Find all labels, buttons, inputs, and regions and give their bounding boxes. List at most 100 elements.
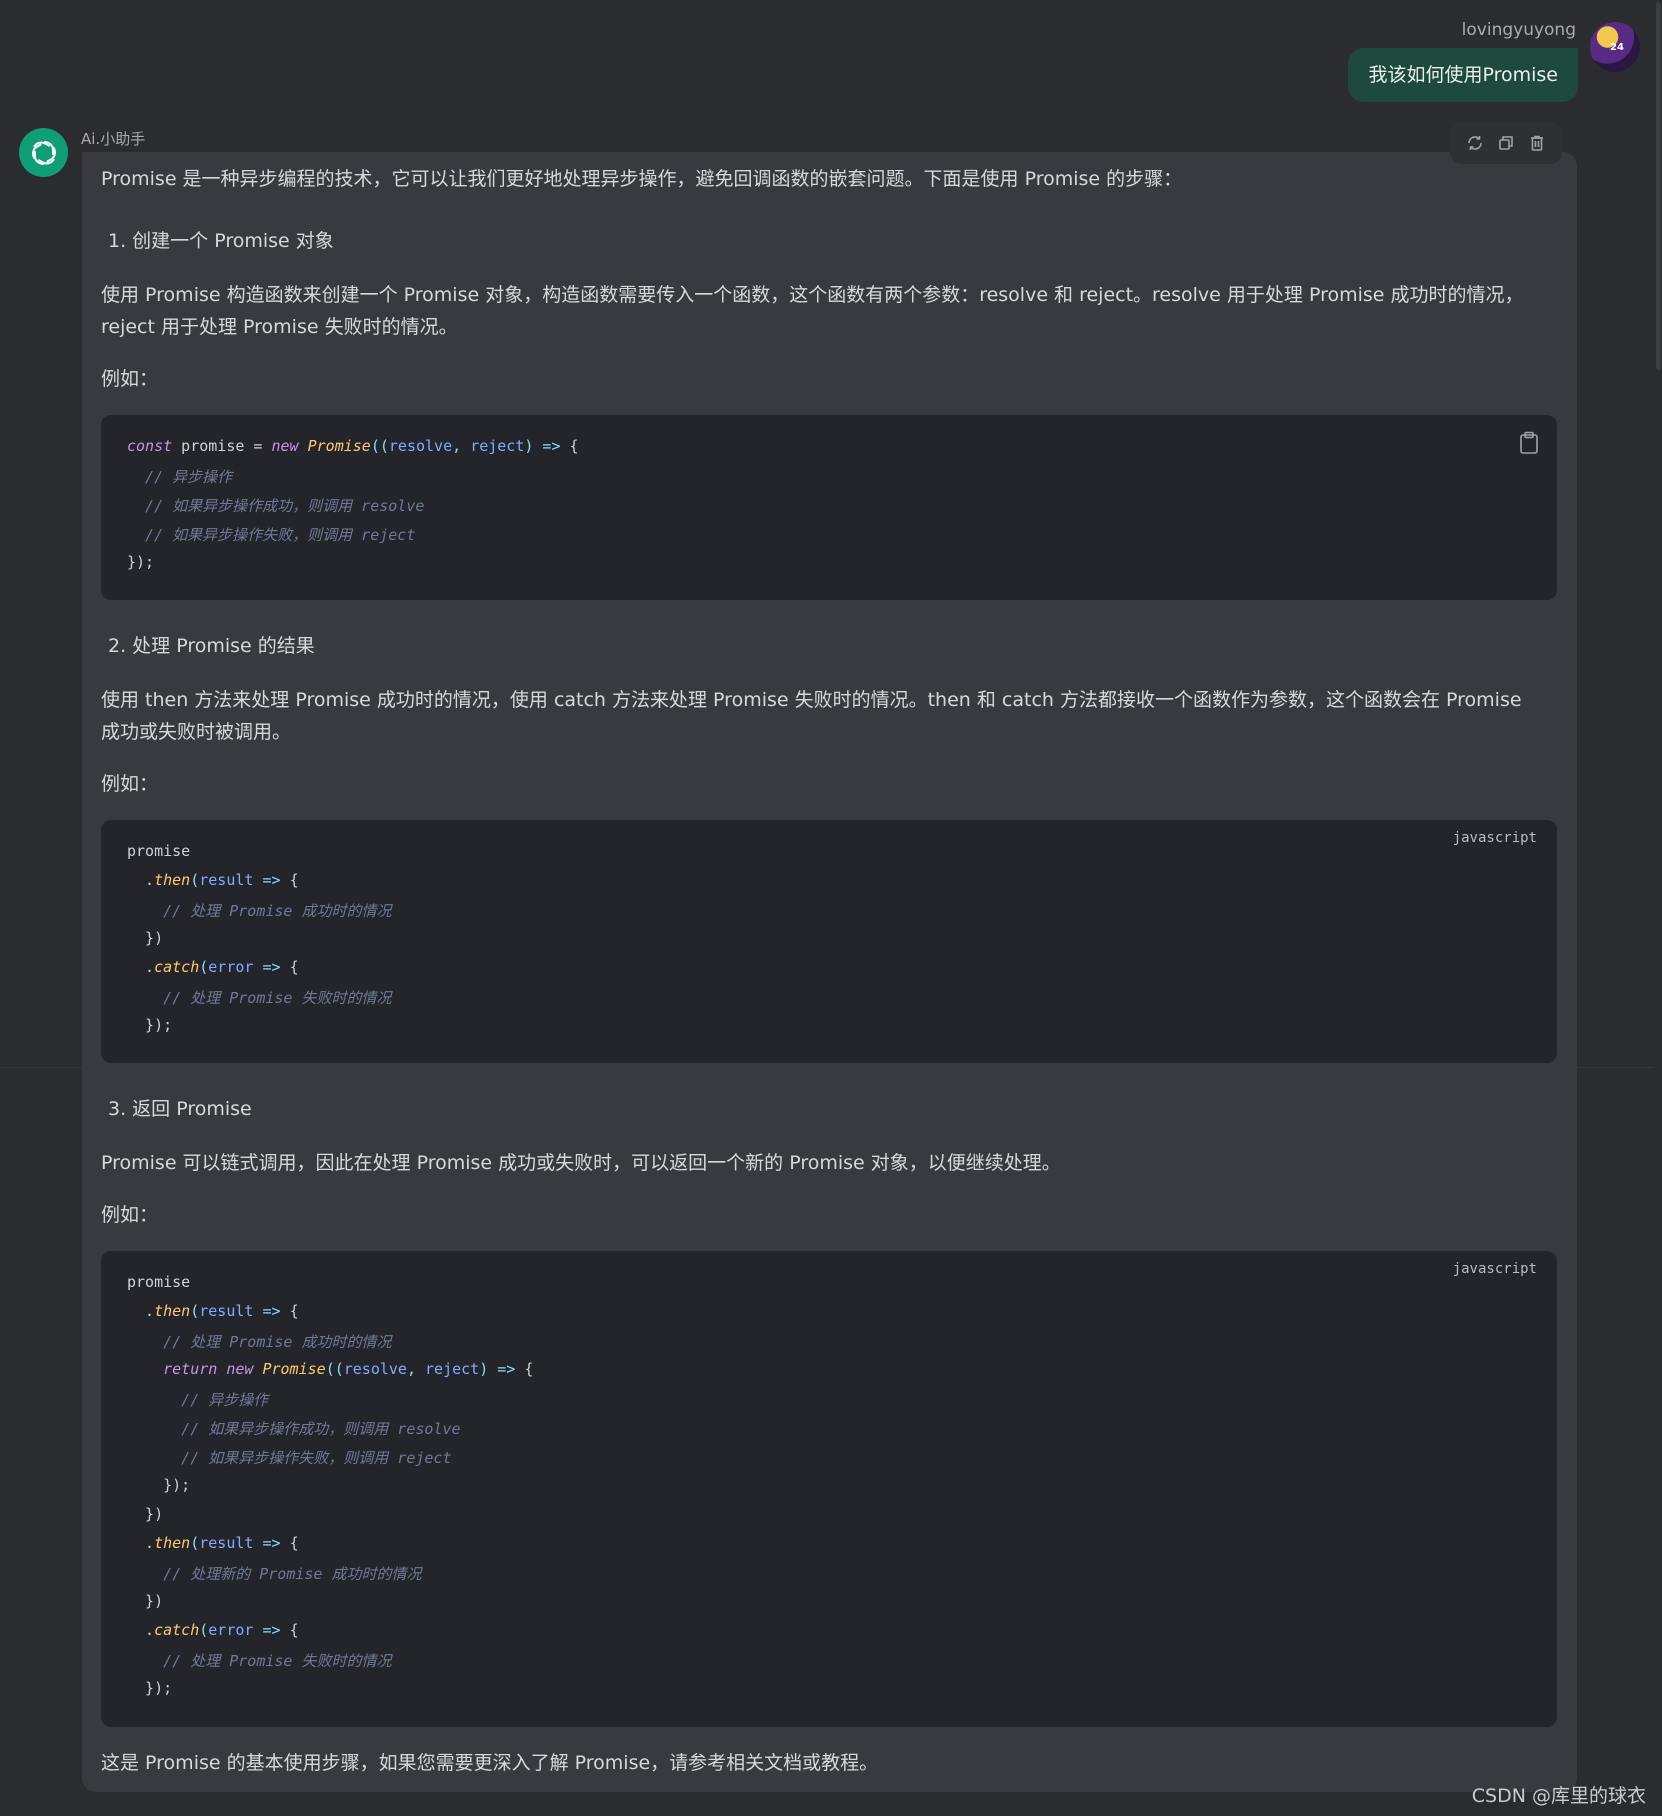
refresh-icon xyxy=(1468,136,1483,150)
scrollbar[interactable] xyxy=(1654,0,1662,1816)
code-token: (( xyxy=(325,1360,344,1378)
code-token: Promise xyxy=(262,1360,326,1378)
code-token: ( xyxy=(190,871,200,889)
code-line: promise xyxy=(127,1273,190,1291)
code-token: Promise xyxy=(307,437,371,455)
scrollbar-thumb[interactable] xyxy=(1656,2,1661,370)
code-line: }) xyxy=(127,1505,163,1523)
code-line: return new Promise((resolve, reject) => … xyxy=(127,1360,533,1378)
user-message: 我该如何使用Promise xyxy=(1348,48,1578,102)
code-token: promise xyxy=(127,1273,191,1291)
code-line: promise xyxy=(127,842,190,860)
code-line: .then(result => { xyxy=(127,1534,299,1552)
code-line: }); xyxy=(127,1476,190,1494)
code-token: ( xyxy=(190,1534,200,1552)
step2-title: 2. 处理 Promise 的结果 xyxy=(108,635,315,657)
code-line: // 异步操作 xyxy=(127,466,232,487)
code-token: // 如果异步操作成功，则调用 resolve xyxy=(127,1420,461,1438)
code-line: .catch(error => { xyxy=(127,958,299,976)
code-token: error xyxy=(208,1621,254,1639)
code-token: . xyxy=(127,958,155,976)
code-token: => xyxy=(253,1534,290,1552)
code-token: reject xyxy=(470,437,525,455)
code-token: ( xyxy=(199,958,209,976)
code-token: new xyxy=(226,1360,254,1378)
code-token: reject xyxy=(425,1360,480,1378)
code-token: => xyxy=(253,1621,290,1639)
delete-message-button[interactable] xyxy=(1526,132,1548,154)
code-language-tag: javascript xyxy=(1452,830,1537,846)
code-token: ( xyxy=(190,1302,200,1320)
code-block-1: const promise = new Promise((resolve, re… xyxy=(101,415,1557,600)
code-token: }) xyxy=(127,1505,164,1523)
code-token: // 异步操作 xyxy=(127,1391,269,1409)
code-token: // 异步操作 xyxy=(127,468,233,486)
code-line: // 处理 Promise 成功时的情况 xyxy=(127,1331,392,1352)
code-line: .catch(error => { xyxy=(127,1621,299,1639)
code-token: { xyxy=(524,1360,534,1378)
code-token: }) xyxy=(127,929,164,947)
intro-text: Promise 是一种异步编程的技术，它可以让我们更好地处理异步操作，避免回调函… xyxy=(101,168,1183,190)
code-token: promise = xyxy=(172,437,272,455)
code-line: }); xyxy=(127,553,154,571)
code-token: then xyxy=(154,871,191,889)
code-token: // 处理 Promise 成功时的情况 xyxy=(127,1333,392,1351)
code-token: { xyxy=(289,1621,299,1639)
code-block-2: javascript promise .then(result => { // … xyxy=(101,820,1557,1063)
regenerate-button[interactable] xyxy=(1464,132,1486,154)
code-token: promise xyxy=(127,842,191,860)
code-token: }); xyxy=(127,553,155,571)
code-line: // 处理 Promise 失败时的情况 xyxy=(127,987,391,1008)
code-line: }); xyxy=(127,1016,172,1034)
copy-message-button[interactable] xyxy=(1495,132,1517,154)
code-line: }) xyxy=(127,929,163,947)
trash-icon xyxy=(1530,135,1543,151)
code-token: // 如果异步操作成功，则调用 resolve xyxy=(127,497,425,515)
clipboard-icon[interactable] xyxy=(1519,431,1539,455)
code-token: . xyxy=(127,871,155,889)
code-line: .then(result => { xyxy=(127,871,299,889)
step3-title: 3. 返回 Promise xyxy=(108,1098,252,1120)
code-line: // 如果异步操作成功，则调用 resolve xyxy=(127,1418,461,1439)
outro-text: 这是 Promise 的基本使用步骤，如果您需要更深入了解 Promise，请参… xyxy=(101,1752,879,1774)
step3-text: Promise 可以链式调用，因此在处理 Promise 成功或失败时，可以返回… xyxy=(101,1152,1061,1174)
code-token: result xyxy=(199,1534,254,1552)
code-token: result xyxy=(199,871,254,889)
code-token: . xyxy=(127,1302,155,1320)
chat-page: lovingyuyong 24 我该如何使用Promise Ai.小助手 Pro… xyxy=(0,0,1662,1816)
step1-text: 使用 Promise 构造函数来创建一个 Promise 对象，构造函数需要传入… xyxy=(101,284,1524,338)
assistant-name: Ai.小助手 xyxy=(81,130,146,148)
code-token: , xyxy=(452,437,471,455)
code-token: return xyxy=(127,1360,218,1378)
code-token: { xyxy=(289,1534,299,1552)
example-label-1: 例如： xyxy=(101,368,159,390)
openai-logo-icon xyxy=(31,140,56,165)
code-token: then xyxy=(154,1534,191,1552)
code-token: }); xyxy=(127,1476,191,1494)
code-token: }); xyxy=(127,1679,173,1697)
code-token: result xyxy=(199,1302,254,1320)
code-token: catch xyxy=(154,958,200,976)
code-line: // 如果异步操作成功，则调用 resolve xyxy=(127,495,424,516)
code-line: // 处理 Promise 成功时的情况 xyxy=(127,900,392,921)
code-token: resolve xyxy=(388,437,453,455)
code-line: // 如果异步操作失败，则调用 reject xyxy=(127,1447,451,1468)
watermark: CSDN @库里的球衣 xyxy=(1471,1785,1646,1807)
code-token: // 处理 Promise 成功时的情况 xyxy=(127,902,392,920)
code-token: { xyxy=(289,871,299,889)
code-block-3: javascript promise .then(result => { // … xyxy=(101,1251,1557,1727)
user-avatar[interactable]: 24 xyxy=(1590,22,1640,72)
code-token: catch xyxy=(154,1621,200,1639)
message-action-bar xyxy=(1450,122,1562,164)
code-line: // 处理新的 Promise 成功时的情况 xyxy=(127,1563,422,1584)
example-label-2: 例如： xyxy=(101,773,159,795)
code-line: }) xyxy=(127,1592,163,1610)
code-line: // 如果异步操作失败，则调用 reject xyxy=(127,524,415,545)
code-token: ) => xyxy=(524,437,570,455)
avatar-text: 24 xyxy=(1610,42,1624,53)
code-token: // 处理新的 Promise 成功时的情况 xyxy=(127,1565,422,1583)
ai-avatar xyxy=(19,128,68,177)
step1-title: 1. 创建一个 Promise 对象 xyxy=(108,230,334,252)
code-token: then xyxy=(154,1302,191,1320)
